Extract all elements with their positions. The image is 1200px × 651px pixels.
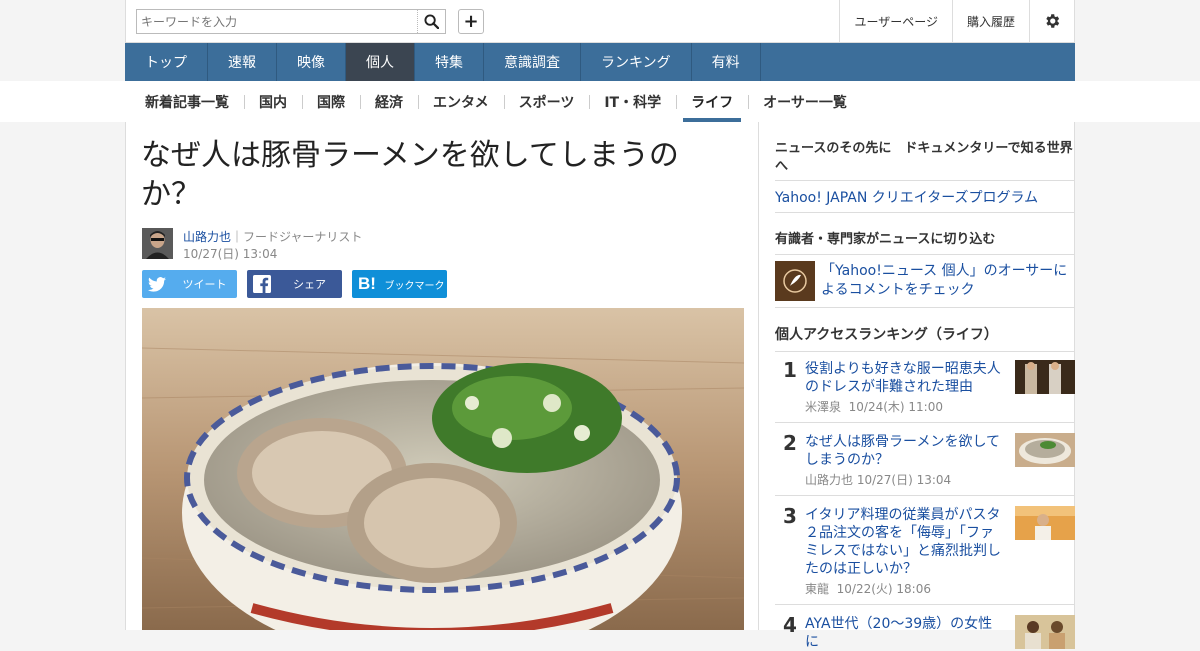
author-photo-icon xyxy=(142,228,173,259)
divider xyxy=(775,307,1075,308)
nav-individual[interactable]: 個人 xyxy=(346,43,415,81)
ranking-title-link[interactable]: 役割よりも好きな服ー昭恵夫人のドレスが非難された理由 xyxy=(805,360,1005,396)
ranking-meta: 東龍 10/22(火) 18:06 xyxy=(805,582,931,596)
rank-number: 4 xyxy=(783,613,797,637)
settings-button[interactable] xyxy=(1029,0,1074,42)
ranking-title-link[interactable]: イタリア料理の従業員がパスタ２品注文の客を「侮辱」「ファミレスではない」と痛烈批… xyxy=(805,506,1005,578)
article-date: 10/27(日) 13:04 xyxy=(183,247,278,261)
facebook-icon xyxy=(253,275,271,293)
subnav-it-science[interactable]: IT・科学 xyxy=(589,81,676,122)
user-page-link[interactable]: ユーザーページ xyxy=(839,0,952,42)
subnav-sports[interactable]: スポーツ xyxy=(503,81,590,122)
expert-comment-icon[interactable] xyxy=(775,261,815,301)
ranking-heading: 個人アクセスランキング（ライフ） xyxy=(775,327,998,343)
article: なぜ人は豚骨ラーメンを欲してしまうのか？ 山路力也｜フードジャーナリスト 10/… xyxy=(126,122,759,630)
nav-paid[interactable]: 有料 xyxy=(692,43,761,81)
twitter-icon xyxy=(148,276,166,292)
search-input[interactable] xyxy=(137,10,417,33)
subnav-life[interactable]: ライフ xyxy=(676,81,748,122)
nav-ranking[interactable]: ランキング xyxy=(581,43,692,81)
divider xyxy=(775,254,1075,255)
nav-top[interactable]: トップ xyxy=(125,43,208,81)
subnav-entertainment[interactable]: エンタメ xyxy=(418,81,504,122)
ranking-thumbnail[interactable] xyxy=(1015,615,1075,649)
expert-comment-link[interactable]: 「Yahoo!ニュース 個人」のオーサーによるコメントをチェック xyxy=(821,262,1071,300)
hatena-bookmark-button[interactable]: B! ブックマーク xyxy=(352,270,447,298)
purchase-history-link[interactable]: 購入履歴 xyxy=(951,0,1029,42)
rank-number: 3 xyxy=(783,504,797,528)
article-title: なぜ人は豚骨ラーメンを欲してしまうのか？ xyxy=(141,138,679,212)
search-box xyxy=(136,9,446,34)
subnav-world[interactable]: 国際 xyxy=(302,81,360,122)
author-role: ｜フードジャーナリスト xyxy=(231,230,363,244)
subnav-economy[interactable]: 経済 xyxy=(360,81,418,122)
ranking-title-link[interactable]: なぜ人は豚骨ラーメンを欲してしまうのか？ xyxy=(805,433,1005,469)
divider xyxy=(775,422,1075,423)
divider xyxy=(775,495,1075,496)
rank-number: 2 xyxy=(783,431,797,455)
nav-features[interactable]: 特集 xyxy=(415,43,484,81)
main-nav: トップ 速報 映像 個人 特集 意識調査 ランキング 有料 xyxy=(125,43,1075,81)
nav-breaking[interactable]: 速報 xyxy=(208,43,277,81)
author-avatar[interactable] xyxy=(142,228,173,259)
sub-nav: 新着記事一覧 国内 国際 経済 エンタメ スポーツ IT・科学 ライフ オーサー… xyxy=(130,81,862,122)
feather-icon xyxy=(783,269,807,293)
facebook-share-button[interactable]: シェア xyxy=(247,270,342,298)
search-icon xyxy=(424,14,439,29)
twitter-share-button[interactable]: ツイート xyxy=(142,270,237,298)
ranking-meta: 山路力也 10/27(日) 13:04 xyxy=(805,473,952,487)
rank-number: 1 xyxy=(783,358,797,382)
subnav-latest[interactable]: 新着記事一覧 xyxy=(130,81,244,122)
subnav-domestic[interactable]: 国内 xyxy=(244,81,302,122)
nav-video[interactable]: 映像 xyxy=(277,43,346,81)
article-hero-image xyxy=(142,308,744,630)
divider xyxy=(775,212,1075,213)
ranking-thumbnail[interactable] xyxy=(1015,360,1075,394)
divider xyxy=(775,604,1075,605)
search-button[interactable] xyxy=(417,10,445,33)
gear-icon xyxy=(1046,14,1060,28)
content-area: なぜ人は豚骨ラーメンを欲してしまうのか？ 山路力也｜フードジャーナリスト 10/… xyxy=(125,122,1075,650)
sidebar-creators-heading: ニュースのその先に ドキュメンタリーで知る世界へ xyxy=(775,141,1073,174)
add-button[interactable]: + xyxy=(458,9,484,34)
ranking-thumbnail[interactable] xyxy=(1015,506,1075,540)
subnav-authors[interactable]: オーサー一覧 xyxy=(748,81,862,122)
ranking-meta: 米澤泉 10/24(木) 11:00 xyxy=(805,400,943,414)
top-header: + ユーザーページ 購入履歴 xyxy=(125,0,1075,43)
hatena-icon: B! xyxy=(358,274,376,293)
author-name-link[interactable]: 山路力也 xyxy=(183,230,231,244)
creators-program-link[interactable]: Yahoo! JAPAN クリエイターズプログラム xyxy=(775,187,1038,207)
sidebar-experts-heading: 有識者・専門家がニュースに切り込む xyxy=(775,232,996,247)
author-line: 山路力也｜フードジャーナリスト xyxy=(183,228,362,245)
ranking-title-link[interactable]: AYA世代（20〜39歳）の女性に xyxy=(805,615,1005,651)
divider xyxy=(775,180,1075,181)
ramen-photo xyxy=(142,308,744,630)
divider xyxy=(775,351,1075,352)
ranking-thumbnail[interactable] xyxy=(1015,433,1075,467)
nav-survey[interactable]: 意識調査 xyxy=(484,43,581,81)
